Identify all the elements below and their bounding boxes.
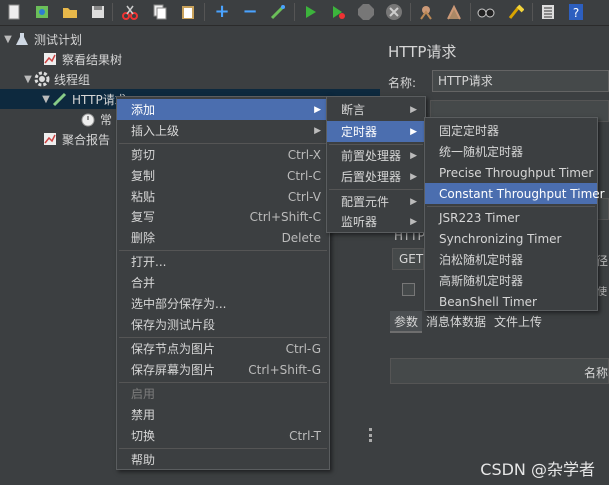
reset-search-icon[interactable] xyxy=(506,2,526,22)
menu-item-insert-parent[interactable]: 插入上级 ▶ xyxy=(117,120,329,141)
start-no-pause-icon[interactable] xyxy=(328,2,348,22)
menu-item-help[interactable]: 帮助 xyxy=(117,449,329,470)
menu-item-save-screen-image[interactable]: 保存屏幕为图片 Ctrl+Shift-G xyxy=(117,359,329,380)
menu-item-copy[interactable]: 复制 Ctrl-C xyxy=(117,165,329,186)
redirect-checkbox[interactable] xyxy=(402,283,415,296)
chart-icon xyxy=(42,51,58,67)
menu-item-jsr223-timer[interactable]: JSR223 Timer xyxy=(425,207,597,228)
menu-item-duplicate[interactable]: 复写 Ctrl+Shift-C xyxy=(117,206,329,227)
timer-submenu: 固定定时器 统一随机定时器 Precise Throughput Timer C… xyxy=(424,117,605,312)
stopwatch-icon xyxy=(80,111,96,127)
chevron-down-icon[interactable]: ▼ xyxy=(2,34,14,45)
toggle-icon[interactable] xyxy=(268,2,288,22)
menu-item-save-node-image[interactable]: 保存节点为图片 Ctrl-G xyxy=(117,338,329,359)
templates-icon[interactable] xyxy=(32,2,52,22)
shutdown-icon[interactable] xyxy=(384,2,404,22)
menu-item-paste[interactable]: 粘贴 Ctrl-V xyxy=(117,186,329,207)
menu-item-precise-throughput-timer[interactable]: Precise Throughput Timer xyxy=(425,162,597,183)
menu-item-constant-timer[interactable]: 固定定时器 xyxy=(425,120,597,141)
stop-icon[interactable] xyxy=(356,2,376,22)
search-icon[interactable] xyxy=(476,2,496,22)
name-field[interactable]: HTTP请求 xyxy=(432,70,609,92)
paste-icon[interactable] xyxy=(178,2,198,22)
menu-item-save-as-fragment[interactable]: 保存为测试片段 xyxy=(117,314,329,335)
chevron-down-icon[interactable]: ▼ xyxy=(22,74,34,85)
tree-node-view-results-tree[interactable]: 察看结果树 xyxy=(0,49,380,69)
menu-item-disable[interactable]: 禁用 xyxy=(117,404,329,425)
clear-all-icon[interactable] xyxy=(444,2,464,22)
menu-item-save-selection-as[interactable]: 选中部分保存为... xyxy=(117,293,329,314)
gear-icon xyxy=(34,71,50,87)
watermark: CSDN @杂学者 xyxy=(480,460,595,479)
page-title: HTTP请求 xyxy=(388,43,457,61)
tree-node-label: 常 xyxy=(100,112,113,127)
collapse-icon[interactable]: − xyxy=(240,2,260,22)
tree-node-thread-group[interactable]: ▼ 线程组 xyxy=(0,69,380,89)
chevron-down-icon[interactable]: ▼ xyxy=(40,94,52,105)
tree-node-label: 测试计划 xyxy=(34,32,83,47)
menu-item-add[interactable]: 添加 ▶ xyxy=(117,99,329,120)
start-icon[interactable] xyxy=(300,2,320,22)
parameters-table-header: 名称 xyxy=(390,358,609,384)
menu-item-beanshell-timer[interactable]: BeanShell Timer xyxy=(425,291,597,312)
menu-item-gaussian-random-timer[interactable]: 高斯随机定时器 xyxy=(425,270,597,291)
tree-node-label: 察看结果树 xyxy=(62,52,123,67)
chevron-right-icon: ▶ xyxy=(410,171,417,182)
menu-item-constant-throughput-timer[interactable]: Constant Throughput Timer xyxy=(425,183,605,204)
tab-body-data[interactable]: 消息体数据 xyxy=(422,311,490,333)
chevron-right-icon: ▶ xyxy=(410,196,417,207)
cut-icon[interactable] xyxy=(120,2,140,22)
help-icon[interactable]: ? xyxy=(566,2,586,22)
menu-item-enable[interactable]: 启用 xyxy=(117,383,329,404)
menu-item-merge[interactable]: 合并 xyxy=(117,272,329,293)
chevron-right-icon: ▶ xyxy=(410,104,417,115)
menu-item-poisson-random-timer[interactable]: 泊松随机定时器 xyxy=(425,249,597,270)
add-submenu: 断言 ▶ 定时器 ▶ 前置处理器 ▶ 后置处理器 ▶ 配置元件 ▶ 监听器 ▶ xyxy=(326,96,426,233)
name-label: 名称: xyxy=(388,76,417,90)
chevron-right-icon: ▶ xyxy=(410,150,417,161)
method-select[interactable]: GET xyxy=(392,248,424,270)
menu-item-toggle[interactable]: 切换 Ctrl-T xyxy=(117,425,329,446)
column-name: 名称 xyxy=(583,366,608,380)
expand-icon[interactable]: + xyxy=(212,2,232,22)
menu-item-open[interactable]: 打开... xyxy=(117,251,329,272)
option-label: 使 xyxy=(597,287,607,298)
tree-node-test-plan[interactable]: ▼ 测试计划 xyxy=(0,29,380,49)
flask-icon xyxy=(14,31,30,47)
clear-icon[interactable] xyxy=(416,2,436,22)
tree-node-label: 聚合报告 xyxy=(62,132,111,147)
chart-icon xyxy=(42,131,58,147)
menu-item-listener[interactable]: 监听器 ▶ xyxy=(327,211,425,232)
menu-item-cut[interactable]: 剪切 Ctrl-X xyxy=(117,144,329,165)
chevron-right-icon: ▶ xyxy=(410,216,417,227)
function-helper-icon[interactable] xyxy=(538,2,558,22)
menu-item-config-element[interactable]: 配置元件 ▶ xyxy=(327,191,425,212)
chevron-right-icon: ▶ xyxy=(314,104,321,115)
save-icon[interactable] xyxy=(88,2,108,22)
chevron-right-icon: ▶ xyxy=(410,126,417,137)
toolbar: + − ? xyxy=(0,0,609,26)
menu-item-uniform-random-timer[interactable]: 统一随机定时器 xyxy=(425,141,597,162)
tab-files-upload[interactable]: 文件上传 xyxy=(490,311,546,333)
pen-icon xyxy=(52,91,68,107)
copy-icon[interactable] xyxy=(150,2,170,22)
tree-node-label: 线程组 xyxy=(54,72,91,87)
splitter-grip-icon[interactable] xyxy=(369,428,373,442)
new-icon[interactable] xyxy=(4,2,24,22)
menu-item-timer[interactable]: 定时器 ▶ xyxy=(327,121,425,142)
request-tabs: 参数 消息体数据 文件上传 xyxy=(390,311,546,333)
menu-item-delete[interactable]: 删除 Delete xyxy=(117,227,329,248)
svg-text:?: ? xyxy=(573,6,579,20)
menu-item-assertions[interactable]: 断言 ▶ xyxy=(327,99,425,120)
menu-item-synchronizing-timer[interactable]: Synchronizing Timer xyxy=(425,228,597,249)
menu-item-pre-processors[interactable]: 前置处理器 ▶ xyxy=(327,145,425,166)
chevron-right-icon: ▶ xyxy=(314,125,321,136)
menu-item-post-processors[interactable]: 后置处理器 ▶ xyxy=(327,166,425,187)
tab-parameters[interactable]: 参数 xyxy=(390,311,423,333)
open-icon[interactable] xyxy=(60,2,80,22)
context-menu: 添加 ▶ 插入上级 ▶ 剪切 Ctrl-X 复制 Ctrl-C 粘贴 Ctrl-V 复写 C… xyxy=(116,96,330,470)
